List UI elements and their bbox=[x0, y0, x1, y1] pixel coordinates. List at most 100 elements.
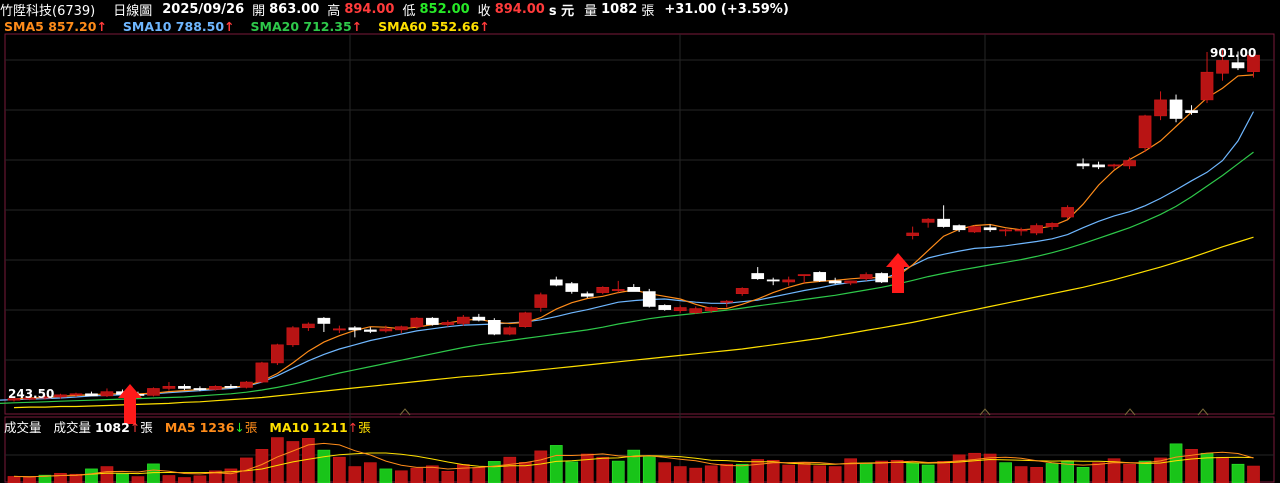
price-volume-chart[interactable]: 243.50 901.00 bbox=[0, 0, 1280, 483]
volume-bar bbox=[1123, 463, 1136, 483]
up-arrow-icon: ↑ bbox=[347, 419, 359, 435]
vol-ma10-value: 1211 bbox=[312, 419, 348, 435]
candle-body bbox=[379, 328, 393, 332]
volume-bar bbox=[395, 470, 408, 483]
volume-bar bbox=[1216, 456, 1229, 483]
candle-body bbox=[100, 391, 114, 397]
volume-bar bbox=[100, 466, 114, 483]
candle-body bbox=[1216, 60, 1229, 74]
candle-body bbox=[999, 229, 1012, 232]
volume-bar bbox=[968, 452, 981, 483]
candle-body bbox=[1138, 115, 1152, 149]
chart-annotations bbox=[118, 253, 1209, 424]
volume-bar bbox=[859, 463, 873, 483]
candle-body bbox=[782, 279, 796, 283]
volume-bar bbox=[23, 476, 36, 483]
volume-bar bbox=[890, 459, 904, 483]
volume-bar bbox=[1076, 467, 1090, 483]
volume-bar bbox=[549, 445, 563, 483]
candle-body bbox=[487, 319, 501, 335]
candle-body bbox=[302, 323, 315, 329]
candle-body bbox=[1076, 163, 1090, 167]
volume-bar bbox=[704, 465, 718, 483]
volume-bar bbox=[271, 437, 284, 483]
candle-body bbox=[518, 312, 532, 327]
vol-ma5-label: MA5 bbox=[164, 419, 196, 435]
candle-body bbox=[240, 381, 253, 388]
volume-bar bbox=[410, 467, 424, 483]
volume-bar bbox=[534, 450, 548, 483]
candle-body bbox=[1154, 99, 1167, 117]
volume-bar bbox=[844, 458, 858, 483]
candle-body bbox=[627, 286, 641, 292]
candle-body bbox=[286, 327, 300, 346]
price-panel-border bbox=[4, 33, 1275, 415]
candle-body bbox=[797, 274, 811, 277]
volume-bar bbox=[364, 462, 377, 483]
volume-bar bbox=[1014, 466, 1028, 483]
candle-body bbox=[549, 279, 563, 286]
volume-legend-unit: 張 bbox=[140, 419, 153, 435]
volume-bar bbox=[333, 456, 346, 483]
sma60-line bbox=[13, 236, 1254, 409]
volume-bar bbox=[952, 454, 966, 483]
candle-body bbox=[1107, 164, 1121, 167]
volume-bar bbox=[348, 466, 362, 483]
period-high-label: 901.00 bbox=[1210, 46, 1256, 60]
volume-bar bbox=[1045, 463, 1059, 483]
candle-body bbox=[1092, 164, 1105, 168]
volume-bar bbox=[162, 475, 176, 483]
volume-bar bbox=[503, 456, 517, 483]
volume-bar bbox=[642, 455, 656, 483]
candle-body bbox=[193, 388, 207, 390]
sma5-line bbox=[13, 74, 1254, 400]
candle-body bbox=[1030, 225, 1043, 234]
candle-body bbox=[1200, 71, 1214, 101]
candle-body bbox=[844, 280, 858, 284]
volume-bar bbox=[828, 466, 842, 483]
volume-bar bbox=[797, 462, 811, 483]
candle-body bbox=[720, 300, 734, 303]
volume-bar bbox=[317, 449, 331, 483]
candle-body bbox=[54, 394, 67, 398]
volume-bar bbox=[116, 473, 129, 483]
candle-body bbox=[906, 232, 919, 236]
candle-body bbox=[580, 293, 594, 297]
volume-legend-value: 1082 bbox=[95, 419, 130, 435]
candle-body bbox=[735, 288, 749, 294]
volume-bar bbox=[147, 463, 160, 483]
volume-bar bbox=[875, 460, 888, 483]
volume-legend-item[interactable]: 成交量 1082↑張 bbox=[54, 417, 153, 436]
candle-body bbox=[689, 308, 703, 314]
candle-body bbox=[704, 307, 718, 312]
sma20-line bbox=[0, 151, 1254, 404]
volume-bar bbox=[906, 462, 919, 483]
volume-bar bbox=[425, 465, 439, 483]
candle-body bbox=[813, 272, 827, 282]
period-low-label: 243.50 bbox=[8, 387, 54, 401]
candle-body bbox=[224, 386, 238, 388]
candle-body bbox=[611, 289, 625, 291]
volume-bar bbox=[735, 463, 749, 483]
volume-bar bbox=[379, 468, 393, 483]
candle-body bbox=[937, 218, 950, 227]
candle-body bbox=[968, 226, 981, 233]
volume-bar bbox=[1030, 467, 1043, 483]
candle-body bbox=[441, 322, 455, 325]
candle-body bbox=[255, 362, 269, 383]
candle-body bbox=[410, 317, 424, 327]
volume-bar bbox=[1247, 465, 1260, 483]
candle-body bbox=[317, 317, 331, 324]
vol-ma5-legend[interactable]: MA5 1236↓張 bbox=[165, 417, 258, 436]
volume-bar bbox=[813, 465, 827, 483]
volume-bar bbox=[487, 461, 501, 483]
volume-bar bbox=[689, 467, 703, 483]
vol-ma10-legend[interactable]: MA10 1211↑張 bbox=[269, 417, 370, 436]
candle-body bbox=[596, 286, 610, 293]
candle-body bbox=[503, 327, 517, 335]
volume-bar bbox=[472, 467, 486, 483]
sma10-line bbox=[0, 111, 1255, 401]
candle-body bbox=[673, 307, 687, 312]
candle-body bbox=[364, 329, 377, 332]
candle-body bbox=[348, 327, 362, 331]
